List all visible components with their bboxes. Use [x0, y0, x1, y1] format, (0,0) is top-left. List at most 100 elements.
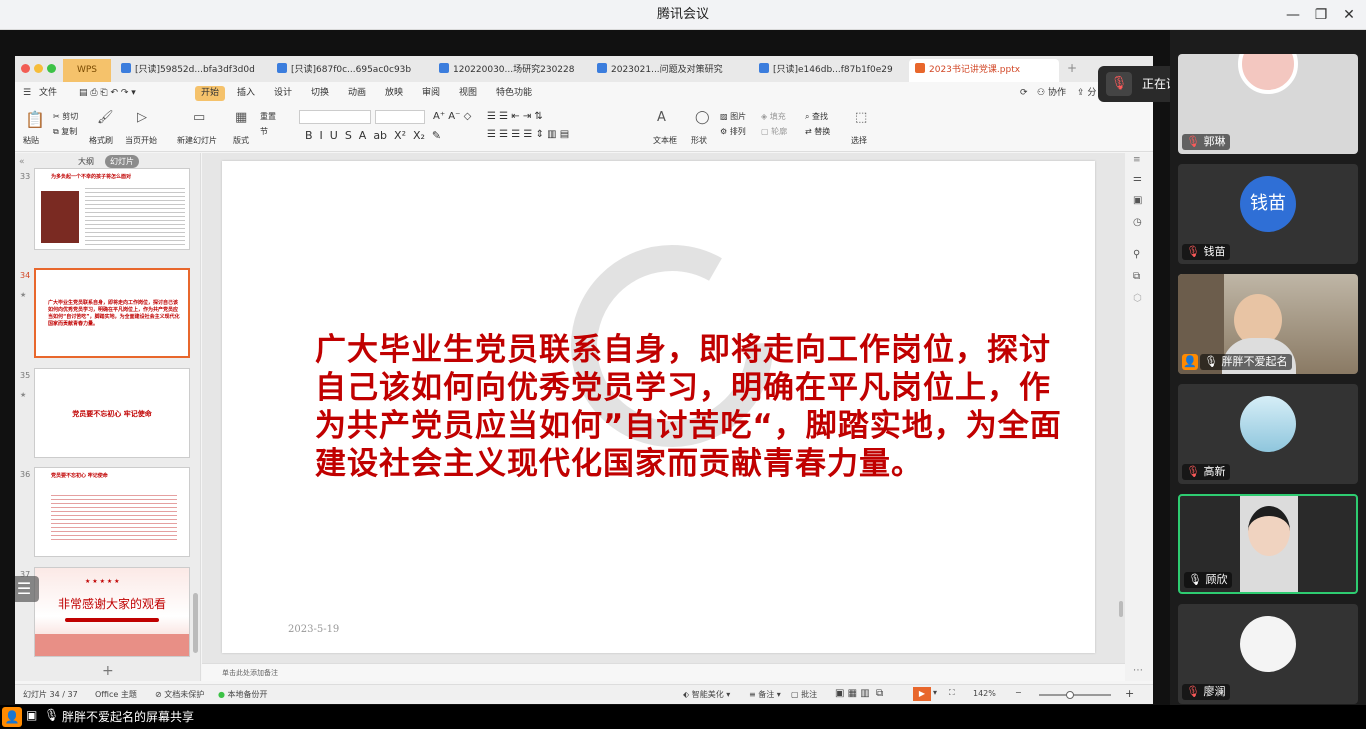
collab-button[interactable]: ⚇ 协作	[1037, 86, 1066, 101]
layout-icon[interactable]: ▦	[235, 110, 247, 125]
doc-tab-5[interactable]: [只读]e146db...f87b1f0e29	[753, 59, 903, 82]
slide-thumb-37[interactable]: ★ ★ ★ ★ ★ 非常感谢大家的观看	[34, 567, 190, 657]
textbox-button[interactable]: 文本框	[653, 135, 677, 146]
more-icon[interactable]: ⋯	[1133, 665, 1143, 676]
menu-design[interactable]: 设计	[274, 86, 292, 101]
tab-slides[interactable]: 幻灯片	[105, 155, 139, 168]
participant-tile-3[interactable]: 👤 🎙 胖胖不爱起名	[1178, 274, 1358, 374]
doc-tab-4[interactable]: 2023021...问题及对策研究	[591, 59, 741, 82]
zoom-slider-track[interactable]	[1039, 691, 1111, 699]
participant-tile-6[interactable]: 🎙 廖澜	[1178, 604, 1358, 704]
pin-icon[interactable]: ⚲	[1133, 249, 1140, 260]
format-icon[interactable]: ▣	[1133, 195, 1142, 206]
textbox-icon[interactable]: A	[657, 110, 666, 125]
outline-button[interactable]: ▢ 轮廓	[761, 126, 787, 137]
zoom-level[interactable]: 142%	[973, 689, 996, 698]
new-tab-icon[interactable]: +	[1067, 61, 1077, 75]
backup-status[interactable]: ● 本地备份开	[218, 689, 268, 700]
font-size-select[interactable]	[375, 110, 425, 124]
menu-insert[interactable]: 插入	[237, 86, 255, 101]
list-overlay-icon[interactable]: ☰	[15, 576, 39, 602]
section-button[interactable]: 节	[260, 126, 268, 137]
remarks-button[interactable]: ≡ 备注 ▾	[749, 689, 781, 700]
find-button[interactable]: ⌕ 查找	[805, 111, 828, 122]
reset-button[interactable]: 重置	[260, 111, 276, 122]
collapse-rail-icon[interactable]: ≡	[1133, 155, 1141, 165]
collapse-pane-icon[interactable]: «	[19, 157, 25, 167]
wps-home-tab[interactable]: WPS	[63, 59, 111, 82]
font-size-adjust-icons[interactable]: A⁺ A⁻ ◇	[433, 111, 471, 122]
format-painter-icon[interactable]: 🖌	[97, 110, 114, 125]
zoom-slider-knob[interactable]	[1065, 691, 1074, 699]
history-icon[interactable]: ◷	[1133, 217, 1142, 228]
add-slide-icon[interactable]: +	[102, 663, 114, 679]
slide-thumb-33[interactable]: 为多负起一个不幸的孩子将怎么面对	[34, 168, 190, 250]
replace-button[interactable]: ⇄ 替换	[805, 126, 830, 137]
participant-tile-1[interactable]: 🎙 郭琳	[1178, 54, 1358, 154]
arrange-button[interactable]: ⚙ 排列	[720, 126, 746, 137]
select-button[interactable]: 选择	[851, 135, 867, 146]
doc-tab-active[interactable]: 2023书记讲党课.pptx	[909, 59, 1059, 82]
zoom-in-icon[interactable]: +	[1125, 687, 1134, 700]
shape-icon[interactable]: ◯	[695, 110, 710, 125]
align-icons[interactable]: ☰ ☰ ☰ ☰ ⇕ ▥ ▤	[487, 129, 569, 140]
menu-transition[interactable]: 切换	[311, 86, 329, 101]
hamburger-icon[interactable]: ☰	[23, 86, 31, 101]
list-icons[interactable]: ☰ ☰ ⇤ ⇥ ⇅	[487, 111, 543, 122]
menu-view[interactable]: 视图	[459, 86, 477, 101]
slide-body-text[interactable]: 广大毕业生党员联系自身，即将走向工作岗位，探讨自己该如何向优秀党员学习，明确在平…	[315, 331, 1075, 483]
protect-status[interactable]: ⊘ 文档未保护	[155, 689, 204, 700]
view-mode-icons[interactable]: ▣ ▦ ▥ ⧉	[835, 688, 883, 699]
minimize-dot-icon[interactable]	[34, 64, 43, 73]
participant-tile-5[interactable]: 🎙 顾欣	[1178, 494, 1358, 594]
fill-button[interactable]: ◈ 填充	[761, 111, 786, 122]
fit-window-icon[interactable]: ⛶	[949, 688, 955, 698]
menu-features[interactable]: 特色功能	[496, 86, 532, 101]
play-current-button[interactable]: 当页开始	[125, 135, 157, 146]
thumb-scrollbar[interactable]	[193, 593, 198, 653]
backup-icon[interactable]: ⬡	[1133, 293, 1142, 304]
close-dot-icon[interactable]	[21, 64, 30, 73]
font-family-select[interactable]	[299, 110, 371, 124]
editor-scrollbar[interactable]	[1119, 601, 1123, 617]
play-icon[interactable]: ▷	[137, 110, 147, 125]
comments-button[interactable]: ▢ 批注	[791, 689, 817, 700]
doc-tab-1[interactable]: [只读]59852d...bfa3df3d0d	[115, 59, 265, 82]
tab-outline[interactable]: 大纲	[78, 156, 94, 167]
new-slide-icon[interactable]: ▭	[193, 110, 205, 125]
paste-icon[interactable]: 📋	[25, 110, 45, 129]
select-icon[interactable]: ⬚	[855, 110, 867, 125]
slide-thumb-35[interactable]: 党员要不忘初心 牢记使命	[34, 368, 190, 458]
play-dropdown-icon[interactable]: ▾	[933, 688, 937, 697]
doc-tab-3[interactable]: 120220030...场研究230228	[433, 59, 583, 82]
properties-icon[interactable]: ⚌	[1133, 173, 1142, 184]
menu-file[interactable]: 文件	[39, 86, 57, 101]
doc-tab-2[interactable]: [只读]687f0c...695ac0c93b	[271, 59, 421, 82]
transform-icon[interactable]: ⧉	[1133, 271, 1140, 282]
layout-button[interactable]: 版式	[233, 135, 249, 146]
cut-button[interactable]: ✂ 剪切	[53, 111, 78, 122]
current-slide[interactable]: 广大毕业生党员联系自身，即将走向工作岗位，探讨自己该如何向优秀党员学习，明确在平…	[222, 161, 1095, 653]
participant-tile-4[interactable]: 🎙 高新	[1178, 384, 1358, 484]
format-painter-button[interactable]: 格式刷	[89, 135, 113, 146]
play-slideshow-icon[interactable]: ▶	[913, 687, 931, 701]
menu-slideshow[interactable]: 放映	[385, 86, 403, 101]
picture-button[interactable]: ▨ 图片	[720, 111, 746, 122]
notes-field[interactable]: 单击此处添加备注	[202, 663, 1125, 681]
beautify-button[interactable]: ⬖ 智能美化 ▾	[683, 689, 730, 700]
maximize-dot-icon[interactable]	[47, 64, 56, 73]
slide-thumb-36[interactable]: 党员要不忘初心 牢记使命	[34, 467, 190, 557]
quick-access-icons[interactable]: ▤ ⎙ ⎗ ↶ ↷ ▾	[79, 86, 136, 101]
paste-button[interactable]: 粘贴	[23, 135, 39, 146]
text-format-icons[interactable]: B I U S A ab X² X₂ ✎	[305, 129, 441, 142]
close-icon[interactable]: ✕	[1332, 0, 1366, 30]
cloud-sync-icon[interactable]: ⟳	[1020, 86, 1028, 101]
menu-review[interactable]: 审阅	[422, 86, 440, 101]
new-slide-button[interactable]: 新建幻灯片	[177, 135, 217, 146]
share-button[interactable]: ⇪ 分	[1077, 86, 1096, 101]
shape-button[interactable]: 形状	[691, 135, 707, 146]
participant-tile-2[interactable]: 钱苗 🎙 钱苗	[1178, 164, 1358, 264]
zoom-out-icon[interactable]: −	[1015, 688, 1022, 697]
copy-button[interactable]: ⧉ 复制	[53, 126, 77, 137]
menu-animation[interactable]: 动画	[348, 86, 366, 101]
